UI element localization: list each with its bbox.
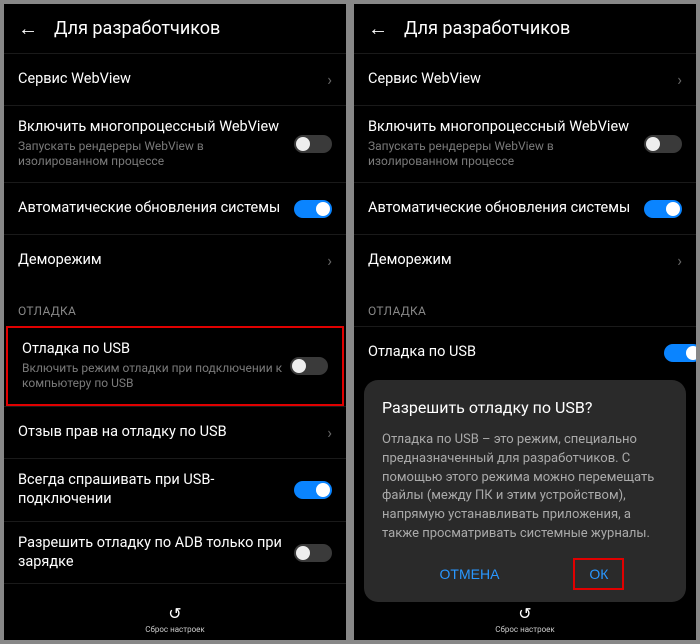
row-title: Сервис WebView [18, 70, 327, 89]
row-usb-debug[interactable]: Отладка по USB [354, 326, 696, 378]
toggle-adb-charging[interactable] [294, 544, 332, 562]
row-title: Деморежим [18, 251, 327, 270]
back-arrow-icon[interactable]: ← [18, 16, 38, 41]
section-header-debug: ОТЛАДКА [354, 286, 696, 326]
phone-screen-right: ← Для разработчиков Сервис WebView › Вкл… [354, 4, 696, 640]
bottom-bar: ↺ Сброс настроек [4, 596, 346, 640]
row-demo-mode[interactable]: Деморежим › [354, 234, 696, 286]
section-header-debug: ОТЛАДКА [4, 286, 346, 326]
row-demo-mode[interactable]: Деморежим › [4, 234, 346, 286]
app-header: ← Для разработчиков [354, 4, 696, 53]
bottom-label: Сброс настроек [145, 625, 204, 634]
row-title: Отладка по USB [22, 340, 290, 359]
toggle-usb-debug[interactable] [290, 357, 328, 375]
highlight-usb-debug: Отладка по USB Включить режим отладки пр… [6, 326, 344, 406]
back-arrow-icon[interactable]: ← [368, 16, 388, 41]
row-webview-service[interactable]: Сервис WebView › [354, 53, 696, 105]
row-title: Разрешить отладку по ADB только при заря… [18, 534, 294, 572]
row-webview-service[interactable]: Сервис WebView › [4, 53, 346, 105]
toggle-multiprocess[interactable] [644, 135, 682, 153]
row-subtitle: Включить режим отладки при подключении к… [22, 361, 290, 392]
bottom-label: Сброс настроек [495, 625, 554, 634]
chevron-right-icon: › [677, 70, 682, 89]
row-title: Включить многопроцессный WebView [18, 118, 294, 137]
row-usb-debug[interactable]: Отладка по USB Включить режим отладки пр… [8, 328, 342, 404]
row-multiprocess-webview[interactable]: Включить многопроцессный WebView Запуска… [4, 105, 346, 182]
toggle-multiprocess[interactable] [294, 135, 332, 153]
row-title: Отладка по USB [368, 343, 664, 362]
bottom-bar: ↺ Сброс настроек [354, 596, 696, 640]
dialog-body: Отладка по USB – это режим, специально п… [382, 431, 668, 544]
phone-screen-left: ← Для разработчиков Сервис WebView › Вкл… [4, 4, 346, 640]
page-title: Для разработчиков [404, 18, 570, 39]
page-title: Для разработчиков [54, 18, 220, 39]
dialog-usb-debug: Разрешить отладку по USB? Отладка по USB… [364, 380, 686, 602]
settings-list: Сервис WebView › Включить многопроцессны… [4, 53, 346, 596]
row-title: Отзыв прав на отладку по USB [18, 423, 327, 442]
row-title: Всегда спрашивать при USB-подключении [18, 471, 294, 509]
row-auto-updates[interactable]: Автоматические обновления системы [354, 182, 696, 234]
row-title: Деморежим [368, 251, 677, 270]
chevron-right-icon: › [327, 251, 332, 270]
dialog-title: Разрешить отладку по USB? [382, 398, 668, 417]
row-title: Автоматические обновления системы [368, 199, 644, 218]
row-always-ask-usb[interactable]: Всегда спрашивать при USB-подключении [4, 458, 346, 521]
row-revoke-usb[interactable]: Отзыв прав на отладку по USB › [4, 406, 346, 458]
row-multiprocess-webview[interactable]: Включить многопроцессный WebView Запуска… [354, 105, 696, 182]
row-subtitle: Запускать рендереры WebView в изолирован… [18, 139, 294, 170]
chevron-right-icon: › [327, 70, 332, 89]
row-title: Включить многопроцессный WebView [368, 118, 644, 137]
toggle-auto-updates[interactable] [294, 200, 332, 218]
toggle-usb-debug[interactable] [664, 344, 696, 362]
row-title: Сервис WebView [368, 70, 677, 89]
reset-icon[interactable]: ↺ [168, 604, 181, 623]
row-mock-location-app[interactable]: Выбрать приложение для фиктивных [4, 583, 346, 596]
ok-button[interactable]: ОК [573, 558, 624, 590]
cancel-button[interactable]: ОТМЕНА [426, 558, 514, 590]
toggle-auto-updates[interactable] [644, 200, 682, 218]
reset-icon[interactable]: ↺ [518, 604, 531, 623]
toggle-always-ask[interactable] [294, 481, 332, 499]
chevron-right-icon: › [677, 251, 682, 270]
dialog-actions: ОТМЕНА ОК [382, 558, 668, 590]
row-adb-charging-only[interactable]: Разрешить отладку по ADB только при заря… [4, 521, 346, 584]
row-subtitle: Запускать рендереры WebView в изолирован… [368, 139, 644, 170]
chevron-right-icon: › [327, 423, 332, 442]
app-header: ← Для разработчиков [4, 4, 346, 53]
row-auto-updates[interactable]: Автоматические обновления системы [4, 182, 346, 234]
row-title: Автоматические обновления системы [18, 199, 294, 218]
